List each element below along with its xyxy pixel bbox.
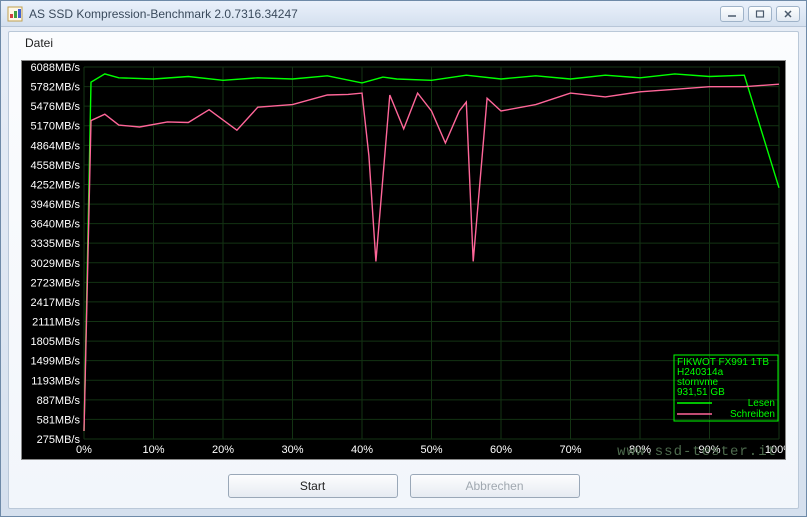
svg-text:1499MB/s: 1499MB/s (30, 356, 80, 368)
svg-text:3029MB/s: 3029MB/s (30, 258, 80, 270)
chart: 275MB/s 581MB/s 887MB/s 1193MB/s 1499MB/s 180… (21, 60, 786, 460)
window-title: AS SSD Kompression-Benchmark 2.0.7316.34… (29, 7, 720, 21)
window-controls (720, 6, 800, 22)
maximize-button[interactable] (748, 6, 772, 22)
svg-text:5476MB/s: 5476MB/s (30, 101, 80, 113)
svg-text:3946MB/s: 3946MB/s (30, 199, 80, 211)
svg-text:2723MB/s: 2723MB/s (30, 277, 80, 289)
svg-text:Lesen: Lesen (748, 398, 775, 409)
svg-text:50%: 50% (420, 444, 442, 456)
svg-text:4252MB/s: 4252MB/s (30, 179, 80, 191)
svg-text:5782MB/s: 5782MB/s (30, 82, 80, 94)
app-icon (7, 6, 23, 22)
svg-text:3335MB/s: 3335MB/s (30, 238, 80, 250)
app-window: AS SSD Kompression-Benchmark 2.0.7316.34… (0, 0, 807, 517)
svg-text:5170MB/s: 5170MB/s (30, 121, 80, 133)
svg-text:1805MB/s: 1805MB/s (30, 336, 80, 348)
svg-text:60%: 60% (490, 444, 512, 456)
client-area: Datei 275MB/s 581MB/s 887MB/s 1193MB/s 1499M… (8, 31, 799, 509)
svg-text:30%: 30% (281, 444, 303, 456)
svg-text:20%: 20% (212, 444, 234, 456)
svg-text:10%: 10% (142, 444, 164, 456)
start-button[interactable]: Start (228, 474, 398, 498)
minimize-button[interactable] (720, 6, 744, 22)
legend-box: FIKWOT FX991 1TBH240314astornvme931,51 G… (674, 355, 778, 421)
svg-text:2417MB/s: 2417MB/s (30, 297, 80, 309)
title-bar[interactable]: AS SSD Kompression-Benchmark 2.0.7316.34… (1, 1, 806, 27)
svg-text:6088MB/s: 6088MB/s (30, 62, 80, 74)
svg-text:3640MB/s: 3640MB/s (30, 219, 80, 231)
svg-text:931,51 GB: 931,51 GB (677, 387, 725, 398)
watermark: www.ssd-tester.it (617, 444, 777, 459)
svg-text:887MB/s: 887MB/s (37, 395, 81, 407)
menu-bar: Datei (9, 32, 798, 54)
svg-text:2111MB/s: 2111MB/s (32, 317, 80, 329)
svg-text:0%: 0% (76, 444, 92, 456)
svg-text:1193MB/s: 1193MB/s (31, 375, 80, 387)
button-row: Start Abbrechen (9, 474, 798, 498)
svg-text:4558MB/s: 4558MB/s (30, 160, 80, 172)
svg-text:275MB/s: 275MB/s (37, 434, 81, 446)
chart-svg: 275MB/s 581MB/s 887MB/s 1193MB/s 1499MB/s 180… (22, 61, 785, 459)
menu-file[interactable]: Datei (17, 34, 61, 52)
svg-text:Schreiben: Schreiben (730, 409, 775, 420)
abort-button: Abbrechen (410, 474, 580, 498)
svg-text:70%: 70% (559, 444, 581, 456)
svg-text:4864MB/s: 4864MB/s (30, 140, 80, 152)
close-button[interactable] (776, 6, 800, 22)
svg-text:40%: 40% (351, 444, 373, 456)
svg-text:581MB/s: 581MB/s (37, 414, 81, 426)
